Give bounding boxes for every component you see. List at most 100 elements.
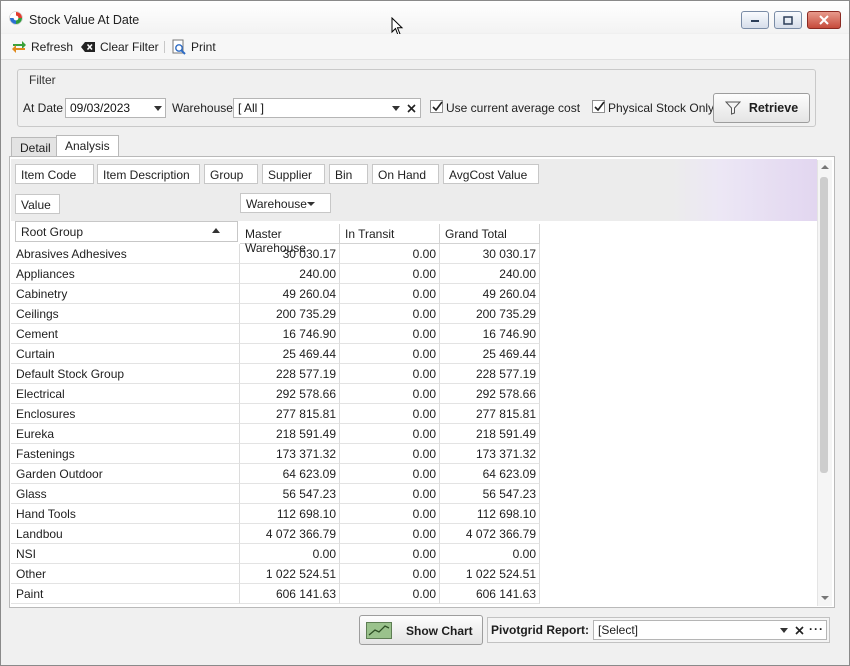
value-cell[interactable]: 218 591.49	[440, 424, 540, 444]
table-row[interactable]: Garden Outdoor 64 623.09 0.00 64 623.09	[11, 464, 540, 484]
table-row[interactable]: Eureka 218 591.49 0.00 218 591.49	[11, 424, 540, 444]
row-header-cell[interactable]: Electrical	[11, 384, 240, 404]
value-cell[interactable]: 4 072 366.79	[240, 524, 340, 544]
table-row[interactable]: NSI 0.00 0.00 0.00	[11, 544, 540, 564]
filter-field-item-code[interactable]: Item Code	[15, 164, 94, 184]
value-cell[interactable]: 0.00	[240, 544, 340, 564]
row-header-cell[interactable]: Paint	[11, 584, 240, 604]
column-header-in-transit[interactable]: In Transit	[340, 224, 440, 244]
value-cell[interactable]: 218 591.49	[240, 424, 340, 444]
clear-filter-button[interactable]: Clear Filter	[80, 38, 159, 56]
value-cell[interactable]: 292 578.66	[440, 384, 540, 404]
row-header-cell[interactable]: Abrasives Adhesives	[11, 244, 240, 264]
filter-field-group[interactable]: Group	[204, 164, 258, 184]
row-header-cell[interactable]: Eureka	[11, 424, 240, 444]
data-field-value[interactable]: Value	[15, 194, 60, 214]
table-row[interactable]: Cabinetry 49 260.04 0.00 49 260.04	[11, 284, 540, 304]
value-cell[interactable]: 16 746.90	[440, 324, 540, 344]
value-cell[interactable]: 64 623.09	[440, 464, 540, 484]
value-cell[interactable]: 0.00	[340, 504, 440, 524]
value-cell[interactable]: 56 547.23	[240, 484, 340, 504]
scrollbar-thumb[interactable]	[820, 177, 828, 473]
clear-x-icon[interactable]	[407, 104, 416, 113]
table-row[interactable]: Electrical 292 578.66 0.00 292 578.66	[11, 384, 540, 404]
table-row[interactable]: Glass 56 547.23 0.00 56 547.23	[11, 484, 540, 504]
row-header-cell[interactable]: Curtain	[11, 344, 240, 364]
value-cell[interactable]: 1 022 524.51	[440, 564, 540, 584]
scroll-up-icon[interactable]	[821, 164, 829, 170]
value-cell[interactable]: 0.00	[340, 324, 440, 344]
value-cell[interactable]: 0.00	[340, 364, 440, 384]
value-cell[interactable]: 228 577.19	[240, 364, 340, 384]
value-cell[interactable]: 1 022 524.51	[240, 564, 340, 584]
value-cell[interactable]: 277 815.81	[440, 404, 540, 424]
column-field-warehouse[interactable]: Warehouse	[240, 193, 331, 213]
physical-stock-only-checkbox[interactable]	[592, 100, 605, 113]
value-cell[interactable]: 25 469.44	[240, 344, 340, 364]
value-cell[interactable]: 30 030.17	[440, 244, 540, 264]
refresh-button[interactable]: Refresh	[11, 38, 73, 56]
value-cell[interactable]: 56 547.23	[440, 484, 540, 504]
column-header-master-warehouse[interactable]: Master Warehouse	[240, 224, 340, 255]
value-cell[interactable]: 0.00	[340, 304, 440, 324]
close-button[interactable]	[807, 11, 841, 29]
value-cell[interactable]: 16 746.90	[240, 324, 340, 344]
table-row[interactable]: Other 1 022 524.51 0.00 1 022 524.51	[11, 564, 540, 584]
value-cell[interactable]: 200 735.29	[440, 304, 540, 324]
value-cell[interactable]: 0.00	[340, 524, 440, 544]
filter-field-supplier[interactable]: Supplier	[262, 164, 325, 184]
warehouse-select[interactable]: [ All ]	[233, 98, 421, 118]
value-cell[interactable]: 292 578.66	[240, 384, 340, 404]
value-cell[interactable]: 0.00	[340, 464, 440, 484]
value-cell[interactable]: 49 260.04	[440, 284, 540, 304]
use-average-cost-checkbox[interactable]	[430, 100, 443, 113]
chevron-down-icon[interactable]	[392, 106, 400, 111]
value-cell[interactable]: 240.00	[440, 264, 540, 284]
value-cell[interactable]: 0.00	[440, 544, 540, 564]
scroll-down-icon[interactable]	[821, 595, 829, 601]
value-cell[interactable]: 200 735.29	[240, 304, 340, 324]
pivotgrid-report-select[interactable]: [Select] ···	[593, 620, 827, 640]
filter-field-avgcost-value[interactable]: AvgCost Value	[443, 164, 539, 184]
print-button[interactable]: Print	[171, 38, 216, 56]
table-row[interactable]: Curtain 25 469.44 0.00 25 469.44	[11, 344, 540, 364]
table-row[interactable]: Abrasives Adhesives 30 030.17 0.00 30 030.1…	[11, 244, 540, 264]
maximize-button[interactable]	[774, 11, 802, 29]
row-header-cell[interactable]: Cement	[11, 324, 240, 344]
chevron-down-icon[interactable]	[154, 106, 162, 111]
chevron-down-icon[interactable]	[307, 202, 315, 206]
value-cell[interactable]: 0.00	[340, 384, 440, 404]
table-row[interactable]: Hand Tools 112 698.10 0.00 112 698.10	[11, 504, 540, 524]
row-field-root-group[interactable]: Root Group	[15, 221, 238, 242]
row-header-cell[interactable]: Other	[11, 564, 240, 584]
table-row[interactable]: Fastenings 173 371.32 0.00 173 371.32	[11, 444, 540, 464]
value-cell[interactable]: 4 072 366.79	[440, 524, 540, 544]
chevron-down-icon[interactable]	[780, 628, 788, 633]
value-cell[interactable]: 606 141.63	[240, 584, 340, 604]
row-header-cell[interactable]: Ceilings	[11, 304, 240, 324]
row-header-cell[interactable]: Cabinetry	[11, 284, 240, 304]
value-cell[interactable]: 0.00	[340, 424, 440, 444]
value-cell[interactable]: 0.00	[340, 344, 440, 364]
value-cell[interactable]: 0.00	[340, 544, 440, 564]
title-bar[interactable]: Stock Value At Date	[1, 1, 849, 33]
value-cell[interactable]: 228 577.19	[440, 364, 540, 384]
show-chart-button[interactable]: Show Chart	[359, 615, 483, 645]
row-header-cell[interactable]: Landbou	[11, 524, 240, 544]
filter-field-item-description[interactable]: Item Description	[97, 164, 200, 184]
minimize-button[interactable]	[741, 11, 769, 29]
row-header-cell[interactable]: Appliances	[11, 264, 240, 284]
value-cell[interactable]: 0.00	[340, 244, 440, 264]
value-cell[interactable]: 173 371.32	[240, 444, 340, 464]
table-row[interactable]: Cement 16 746.90 0.00 16 746.90	[11, 324, 540, 344]
value-cell[interactable]: 173 371.32	[440, 444, 540, 464]
table-row[interactable]: Default Stock Group 228 577.19 0.00 228 577…	[11, 364, 540, 384]
retrieve-button[interactable]: Retrieve	[713, 93, 810, 123]
tab-detail[interactable]: Detail	[11, 137, 60, 157]
table-row[interactable]: Landbou 4 072 366.79 0.00 4 072 366.79	[11, 524, 540, 544]
value-cell[interactable]: 277 815.81	[240, 404, 340, 424]
value-cell[interactable]: 0.00	[340, 284, 440, 304]
table-row[interactable]: Appliances 240.00 0.00 240.00	[11, 264, 540, 284]
row-header-cell[interactable]: Fastenings	[11, 444, 240, 464]
value-cell[interactable]: 0.00	[340, 484, 440, 504]
